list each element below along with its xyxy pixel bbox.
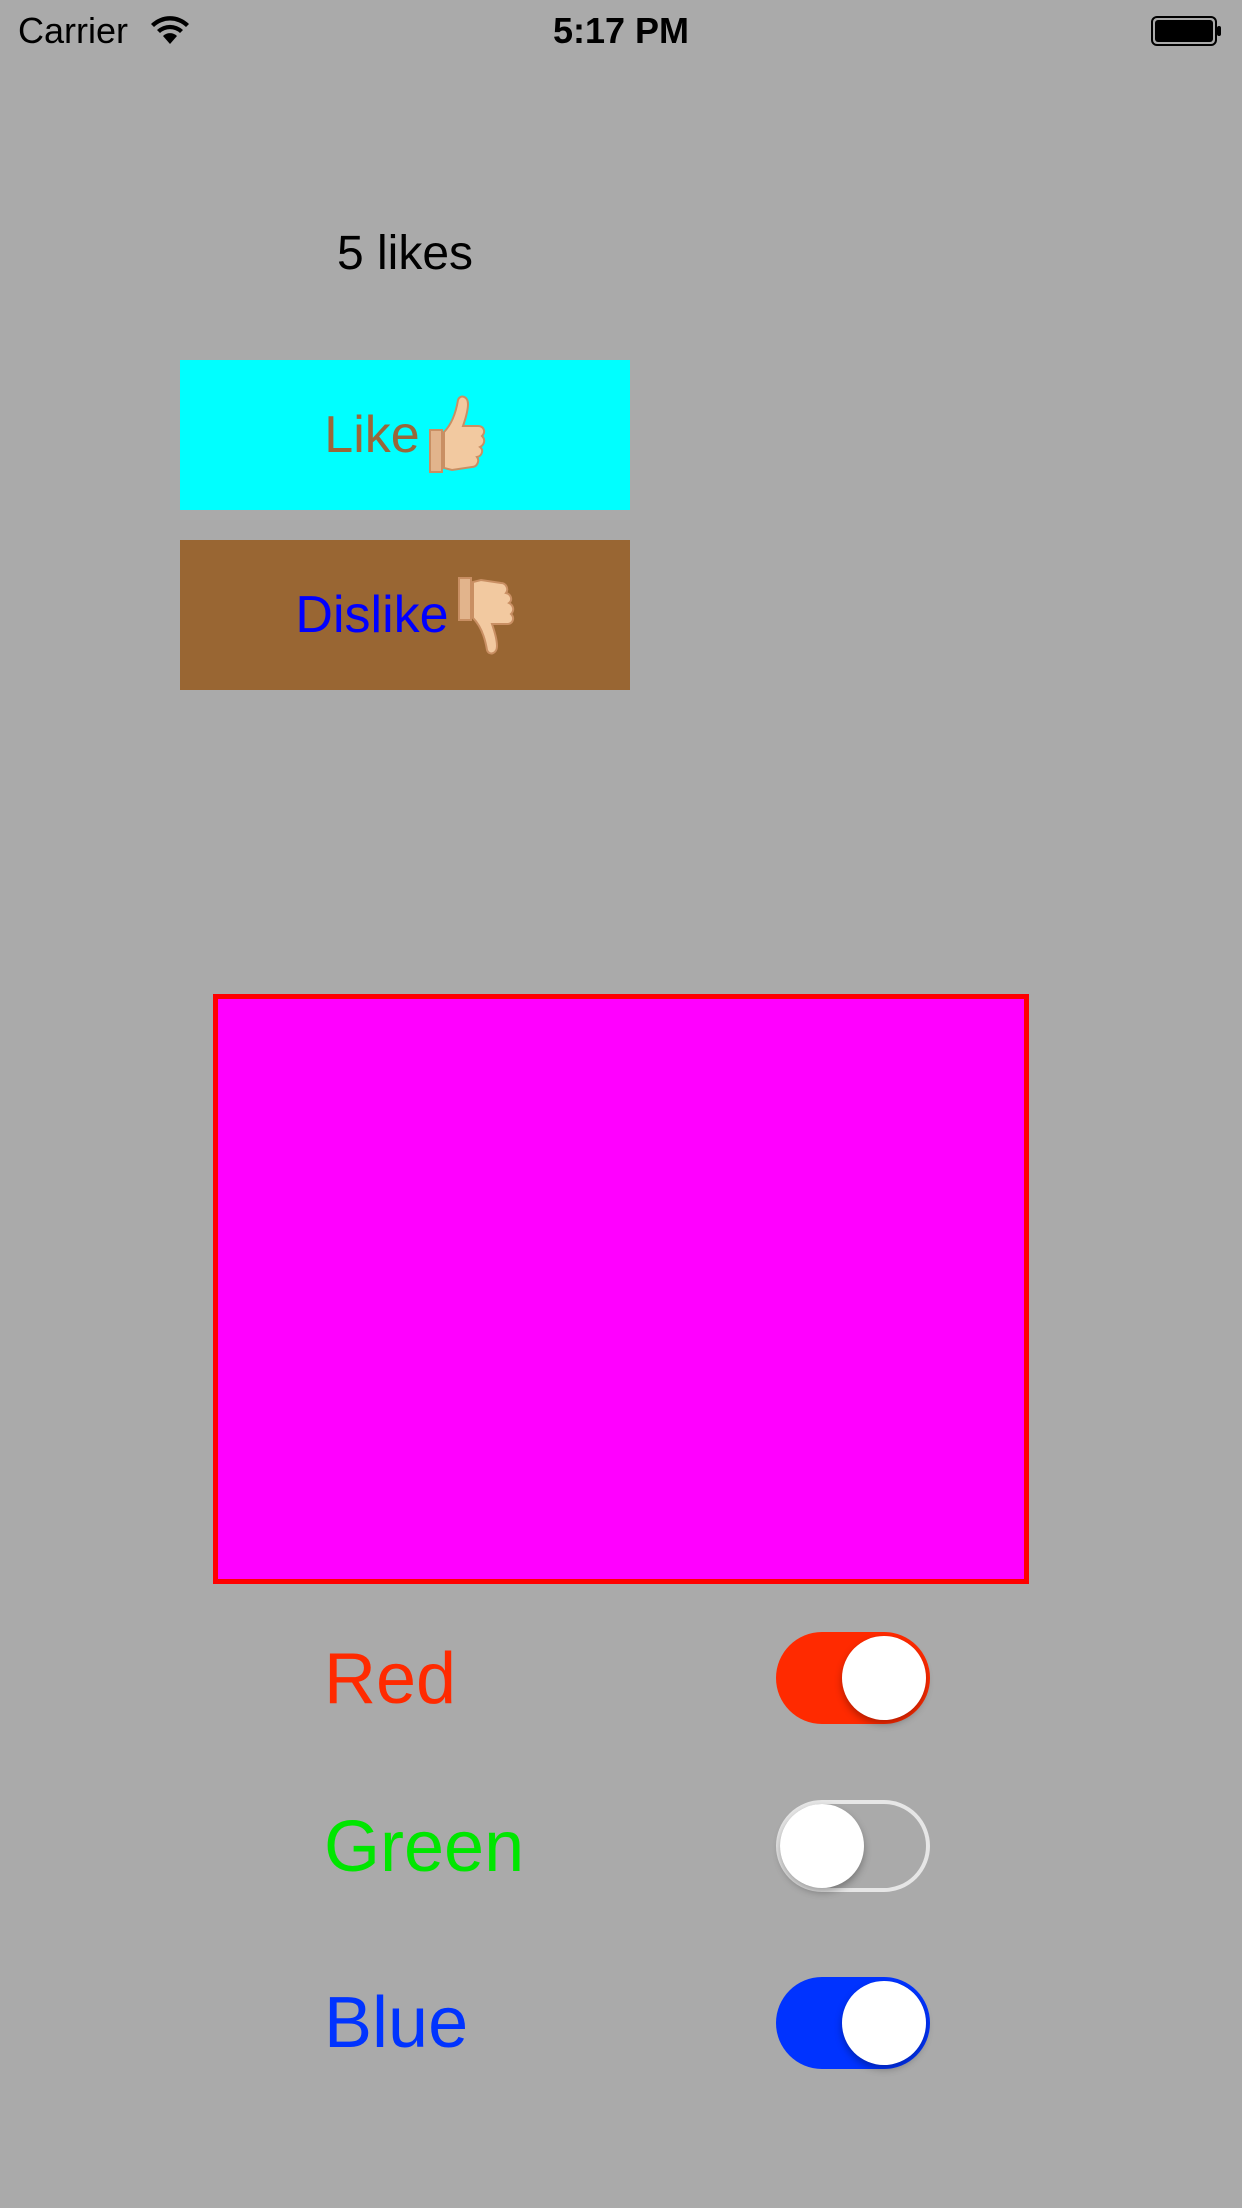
blue-switch-knob <box>842 1981 926 2065</box>
green-switch-label: Green <box>324 1807 525 1887</box>
status-bar: Carrier 5:17 PM <box>0 0 1242 62</box>
dislike-button-label: Dislike <box>295 586 449 644</box>
green-switch-knob <box>780 1804 864 1888</box>
red-switch[interactable] <box>776 1632 930 1724</box>
blue-switch-label: Blue <box>324 1983 469 2063</box>
thumbs-down-icon <box>457 577 514 655</box>
red-switch-label: Red <box>324 1639 457 1719</box>
blue-switch[interactable] <box>776 1977 930 2069</box>
status-time: 5:17 PM <box>552 10 690 51</box>
red-switch-knob <box>842 1636 926 1720</box>
color-preview-box <box>213 994 1029 1584</box>
dislike-button[interactable]: Dislike <box>180 540 630 690</box>
thumbs-up-icon <box>428 395 485 473</box>
battery-icon <box>1151 16 1221 46</box>
likes-count-label: 5 likes <box>336 227 474 280</box>
like-button-label: Like <box>324 406 420 464</box>
green-switch[interactable] <box>776 1800 930 1892</box>
like-button[interactable]: Like <box>180 360 630 510</box>
